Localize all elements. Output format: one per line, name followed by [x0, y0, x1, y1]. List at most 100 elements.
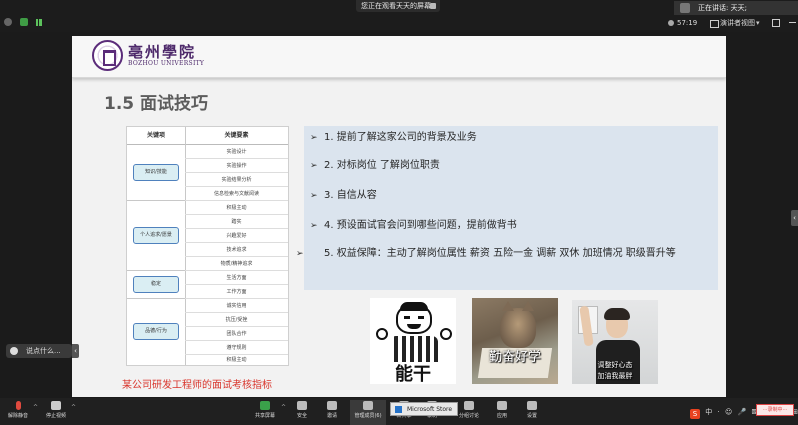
table-row: 实验结果分析 [185, 173, 288, 187]
video-options-icon[interactable]: ^ [71, 404, 76, 411]
tray-item[interactable]: 中 [705, 407, 712, 417]
share-screen-icon [260, 401, 270, 410]
table-row: 团队合作 [185, 327, 288, 341]
shield-icon[interactable] [20, 18, 28, 26]
mute-button[interactable]: 解除静音 [4, 400, 32, 425]
mute-options-icon[interactable]: ^ [33, 404, 38, 411]
table-row: 积极主动 [226, 357, 247, 363]
meeting-window: 您正在观看天天的屏幕 正在讲话: 天天; 57:19 演讲者视图 ▾ 亳州學院 … [0, 0, 798, 425]
fullscreen-icon[interactable] [772, 19, 780, 27]
meme-body [390, 336, 438, 362]
mic-icon[interactable]: 🎤 [737, 408, 746, 416]
table-row: 物质/精神追求 [185, 257, 288, 271]
tip-text: 1. 提前了解这家公司的背景及业务 [324, 132, 477, 143]
mute-label: 解除静音 [7, 413, 28, 419]
camera-icon [51, 401, 61, 410]
table-row: 生活方面 [185, 271, 288, 285]
chat-bubble-icon [10, 347, 18, 355]
category-cell: 个人追求/愿景 [133, 227, 179, 244]
fist-icon [440, 328, 452, 340]
meme-cheer-up: 调整好心态 加油我最胖 [572, 300, 658, 384]
active-speaker: 正在讲话: 天天; [674, 1, 798, 15]
share-label: 共享屏幕 [254, 413, 275, 419]
breakout-label: 分组讨论 [458, 413, 479, 419]
category-cell: 品德/行为 [133, 323, 179, 340]
tip-item: ➢ 2. 对标岗位 了解岗位职责 [310, 158, 710, 174]
info-icon[interactable] [4, 18, 12, 26]
category-cell: 知识/技能 [133, 164, 179, 181]
chat-placeholder: 说点什么... [26, 347, 61, 355]
cat-icon [500, 301, 536, 348]
table-row: 踏实 [185, 215, 288, 229]
share-screen-button[interactable]: 共享屏幕 [251, 400, 279, 425]
meme-capable: 能干 [370, 298, 456, 384]
tip-item: ➢ 3. 自信从容 [310, 188, 710, 204]
tip-text: 2. 对标岗位 了解岗位职责 [324, 160, 440, 171]
university-logo-en: BOZHOU UNIVERSITY [128, 60, 205, 67]
table-header: 关键项 关键要素 [127, 127, 288, 145]
sogou-ime-icon[interactable]: S [690, 409, 700, 419]
table-row: 积极主动 [185, 201, 288, 215]
viewing-banner-text: 您正在观看天天的屏幕 [361, 2, 431, 10]
signal-icon[interactable] [36, 19, 42, 26]
table-row: 工作方面 [185, 285, 288, 299]
meeting-timer-text: 57:19 [677, 19, 698, 27]
breakout-icon [464, 401, 474, 410]
table-group: 品德/行为 [127, 299, 185, 365]
university-seal-icon [92, 40, 123, 71]
collapse-left-icon[interactable]: ‹ [72, 344, 79, 358]
apps-button[interactable]: 应用 [490, 400, 514, 425]
banner-options-icon[interactable] [430, 3, 436, 9]
invite-label: 邀请 [326, 413, 337, 419]
arrow-bullet-icon: ➢ [310, 133, 318, 143]
fist-icon [376, 328, 388, 340]
menu-icon[interactable] [788, 18, 797, 27]
breakout-button[interactable]: 分组讨论 [454, 400, 484, 425]
table-row: 抗压/受挫 [185, 313, 288, 327]
invite-button[interactable]: 邀请 [320, 400, 344, 425]
top-bar: 您正在观看天天的屏幕 正在讲话: 天天; 57:19 演讲者视图 ▾ [0, 0, 798, 32]
table-row: 信息检索与文献阅读 [185, 187, 288, 201]
video-button[interactable]: 停止视频 [42, 400, 70, 425]
recording-badge[interactable]: ···录制中··· [756, 404, 794, 416]
security-button[interactable]: 安全 [290, 400, 314, 425]
chat-input[interactable]: 说点什么... [6, 344, 72, 358]
interview-criteria-table: 关键项 关键要素 知识/技能 实验设计 实验操作 实验结果分析 信息检索与文献阅… [126, 126, 289, 366]
expand-right-icon[interactable]: ‹ [791, 210, 798, 226]
meme-caption: 勤奋好学 [488, 350, 541, 365]
meme-caption-line2: 加油我最胖 [597, 372, 633, 380]
meeting-timer: 57:19 [668, 19, 697, 27]
meme-studious-cat: 勤奋好学 [472, 298, 558, 384]
arrow-bullet-icon: ➢ [310, 221, 318, 231]
members-label: 管理成员(6) [354, 413, 382, 419]
arrow-bullet-icon: ➢ [296, 249, 304, 259]
video-label: 停止视频 [45, 413, 66, 419]
view-mode-button[interactable]: 演讲者视图 [710, 17, 755, 29]
slide-title: 1.5 面试技巧 [104, 94, 209, 114]
meme-caption: 能干 [395, 364, 431, 384]
tray-item[interactable]: · [717, 408, 719, 416]
chevron-down-icon[interactable]: ▾ [756, 17, 760, 29]
table-group: 个人追求/愿景 [127, 201, 185, 271]
table-row: 实验操作 [185, 159, 288, 173]
tips-box: ➢ 1. 提前了解这家公司的背景及业务 ➢ 2. 对标岗位 了解岗位职责 ➢ 3. 自… [296, 126, 718, 290]
arrow-bullet-icon: ➢ [310, 191, 318, 201]
slide-header: 亳州學院 BOZHOU UNIVERSITY [72, 36, 726, 78]
meme-caption-line1: 调整好心态 [597, 361, 633, 369]
microsoft-store-tooltip[interactable]: Microsoft Store [390, 402, 458, 416]
table-row: 实验设计 [185, 145, 288, 159]
tip-text: 5. 权益保障：主动了解岗位属性 薪资 五险一金 调薪 双休 加班情况 职级晋升… [324, 248, 676, 259]
viewing-banner[interactable]: 您正在观看天天的屏幕 [356, 0, 440, 12]
share-options-icon[interactable]: ^ [281, 404, 286, 411]
emoji-icon[interactable]: ☺ [725, 408, 732, 416]
speaker-avatar [680, 3, 690, 13]
settings-button[interactable]: 设置 [520, 400, 544, 425]
tip-text: 4. 预设面试官会问到哪些问题，提前做背书 [324, 220, 517, 231]
table-group: 稳定 [127, 271, 185, 299]
clock-icon [668, 20, 674, 26]
members-button[interactable]: 管理成员(6) [350, 400, 386, 425]
apps-label: 应用 [496, 413, 507, 419]
active-speaker-text: 正在讲话: 天天; [698, 4, 747, 12]
tip-item: ➢ 5. 权益保障：主动了解岗位属性 薪资 五险一金 调薪 双休 加班情况 职级晋… [296, 246, 710, 262]
invite-icon [327, 401, 337, 410]
